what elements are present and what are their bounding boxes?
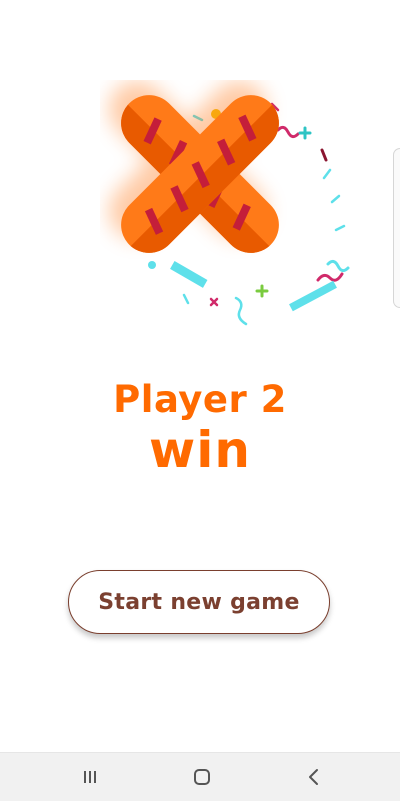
winner-illustration — [109, 81, 350, 326]
system-navigation-bar — [0, 752, 400, 801]
recent-apps-icon — [84, 771, 96, 783]
start-new-game-button[interactable]: Start new game — [68, 570, 330, 634]
back-icon — [309, 769, 318, 785]
back-button[interactable] — [284, 753, 344, 801]
winner-title: Player 2 — [113, 378, 287, 421]
edge-panel-handle[interactable] — [393, 148, 400, 308]
winner-result: win — [149, 421, 251, 479]
recent-apps-button[interactable] — [60, 753, 120, 801]
home-icon — [194, 769, 210, 785]
game-over-screen: Player 2 win Start new game — [0, 0, 400, 801]
home-button[interactable] — [172, 753, 232, 801]
